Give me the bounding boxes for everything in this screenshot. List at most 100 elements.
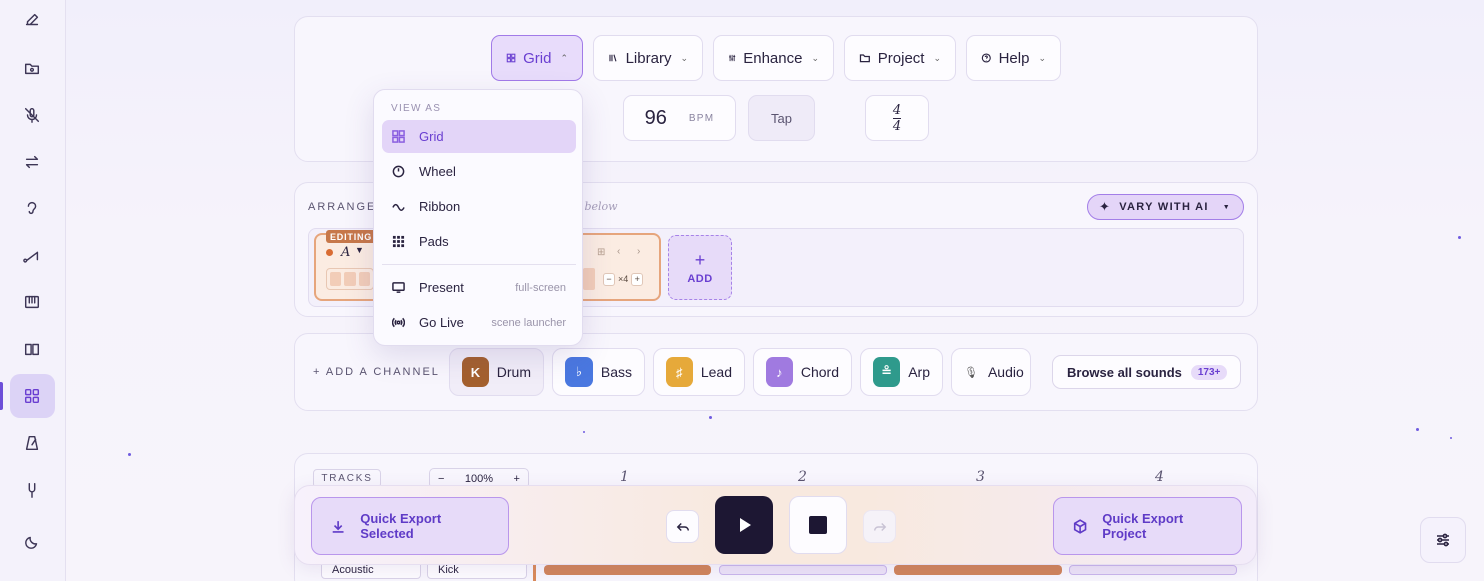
channel-drum-label: Drum <box>496 364 531 380</box>
folder-icon <box>859 54 870 63</box>
view-option-label: Present <box>419 280 464 295</box>
view-option-label: Go Live <box>419 315 464 330</box>
channel-chord-label: Chord <box>800 364 839 380</box>
view-option-ribbon[interactable]: Ribbon <box>382 190 576 223</box>
sliders-icon <box>1437 533 1449 547</box>
undo-button[interactable] <box>666 510 699 543</box>
grid-view-icon[interactable] <box>20 384 44 408</box>
channel-drum-button[interactable]: K Drum <box>449 348 544 396</box>
view-as-heading: VIEW AS <box>391 103 442 114</box>
view-option-grid[interactable]: Grid <box>382 120 576 153</box>
view-option-hint: scene launcher <box>491 316 566 329</box>
clip-block[interactable] <box>1069 565 1237 575</box>
vary-with-ai-button[interactable]: ✦ VARY WITH AI ▼ <box>1087 194 1244 220</box>
help-menu-button[interactable]: Help ⌄ <box>966 35 1061 81</box>
chevron-right-icon[interactable]: › <box>637 246 640 257</box>
sharp-icon: ♯ <box>666 357 693 387</box>
view-option-present[interactable]: Present full-screen <box>382 271 576 304</box>
broadcast-icon <box>392 317 405 328</box>
enhance-menu-button[interactable]: Enhance ⌄ <box>713 35 834 81</box>
bar-number: 4 <box>1155 469 1164 485</box>
clock-icon <box>392 165 405 178</box>
channel-bass-button[interactable]: ♭ Bass <box>552 348 645 396</box>
project-menu-button[interactable]: Project ⌄ <box>844 35 956 81</box>
sound-count-badge: 173+ <box>1190 364 1228 380</box>
library-menu-label: Library <box>625 49 672 67</box>
mic-off-icon[interactable] <box>20 103 44 127</box>
view-option-label: Wheel <box>419 164 456 179</box>
moon-icon[interactable] <box>20 530 44 554</box>
grid-icon <box>392 130 405 143</box>
cube-icon <box>1073 518 1087 534</box>
clip-block[interactable] <box>894 565 1062 575</box>
chevron-left-icon[interactable]: ‹ <box>617 246 620 257</box>
add-section-button[interactable]: + ADD <box>668 235 732 300</box>
piano-icon[interactable] <box>20 290 44 314</box>
background-star <box>583 431 585 433</box>
bpm-unit: BPM <box>688 112 715 124</box>
tap-tempo-button[interactable]: Tap <box>748 95 815 141</box>
music-notes-icon[interactable] <box>20 244 44 268</box>
channel-lead-button[interactable]: ♯ Lead <box>653 348 745 396</box>
bpm-field[interactable]: 96 BPM <box>623 95 736 141</box>
zoom-out-button[interactable]: − <box>438 473 444 485</box>
stop-button[interactable] <box>789 496 847 554</box>
library-menu-button[interactable]: Library ⌄ <box>593 35 703 81</box>
browse-sounds-label: Browse all sounds <box>1067 364 1182 380</box>
sliders-icon <box>729 54 736 62</box>
arp-icon: ≗ <box>873 357 901 387</box>
channel-bass-label: Bass <box>600 364 632 380</box>
clip-block[interactable] <box>719 565 887 575</box>
note-icon: ♪ <box>766 357 793 387</box>
chevron-down-icon: ▼ <box>355 245 364 255</box>
bar-number: 2 <box>798 469 807 485</box>
play-button[interactable] <box>715 496 773 554</box>
view-option-label: Pads <box>419 234 449 249</box>
compose-icon[interactable] <box>20 8 44 32</box>
mixer-settings-button[interactable] <box>1420 517 1466 563</box>
repeat-minus-button[interactable]: − <box>603 272 615 286</box>
background-star <box>128 453 131 456</box>
book-icon[interactable] <box>20 337 44 361</box>
metronome-icon[interactable] <box>20 431 44 455</box>
sparkle-icon: ✦ <box>1099 199 1112 214</box>
browse-sounds-button[interactable]: Browse all sounds 173+ <box>1052 355 1241 389</box>
section-repeat-stepper[interactable]: − ×4 + <box>603 271 650 287</box>
swap-icon[interactable] <box>20 150 44 174</box>
folder-music-icon[interactable] <box>20 56 44 80</box>
grid-menu-button[interactable]: Grid ⌃ <box>491 35 583 81</box>
channel-arp-button[interactable]: ≗ Arp <box>860 348 943 396</box>
time-signature-field[interactable]: 4 4 <box>865 95 929 141</box>
drum-icon: K <box>462 357 489 387</box>
editing-badge: EDITING <box>326 230 377 243</box>
chevron-down-icon: ⌄ <box>680 52 688 63</box>
grid-small-icon[interactable]: ⊞ <box>597 247 605 258</box>
project-menu-label: Project <box>877 49 925 67</box>
background-star <box>709 416 712 419</box>
bar-number: 3 <box>976 469 985 485</box>
channel-arp-label: Arp <box>908 364 930 380</box>
chevron-down-icon: ⌄ <box>1038 52 1046 63</box>
grid-icon <box>506 53 516 63</box>
clip-block[interactable] <box>544 565 711 575</box>
vary-with-ai-label: VARY WITH AI <box>1119 201 1209 213</box>
tuning-fork-icon[interactable] <box>20 478 44 502</box>
quick-export-selected-button[interactable]: Quick Export Selected <box>311 497 509 555</box>
view-option-go-live[interactable]: Go Live scene launcher <box>382 306 576 339</box>
stop-icon <box>809 516 827 534</box>
enhance-menu-label: Enhance <box>743 49 803 67</box>
section-letter-select[interactable]: A <box>341 245 350 260</box>
zoom-in-button[interactable]: + <box>514 473 520 485</box>
microphone-icon: 🎙 <box>964 366 978 379</box>
repeat-plus-button[interactable]: + <box>631 272 644 286</box>
sidebar <box>0 0 66 581</box>
channel-audio-button[interactable]: 🎙 Audio <box>951 348 1031 396</box>
ear-icon[interactable] <box>20 196 44 220</box>
channel-lead-label: Lead <box>700 364 732 380</box>
quick-export-project-button[interactable]: Quick Export Project <box>1053 497 1242 555</box>
view-option-pads[interactable]: Pads <box>382 225 576 258</box>
redo-button[interactable] <box>863 510 896 543</box>
view-option-wheel[interactable]: Wheel <box>382 155 576 188</box>
library-icon <box>609 54 617 62</box>
channel-chord-button[interactable]: ♪ Chord <box>753 348 852 396</box>
